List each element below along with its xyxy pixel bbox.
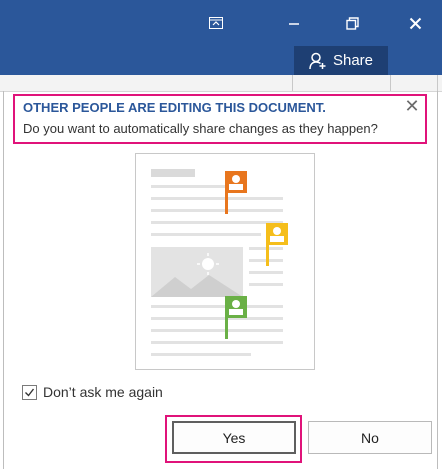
restore-icon [345, 16, 359, 30]
person-add-icon [309, 52, 326, 69]
ribbon-display-options-button[interactable] [196, 8, 236, 38]
close-window-button[interactable] [395, 8, 435, 38]
coauthoring-notification: OTHER PEOPLE ARE EDITING THIS DOCUMENT. … [13, 94, 427, 144]
checkmark-icon [25, 388, 35, 397]
minimize-icon [289, 23, 299, 25]
frame-border-right [437, 91, 438, 469]
ribbon-separator [390, 75, 391, 91]
dont-ask-again-checkbox[interactable] [22, 384, 37, 400]
document-with-coauthors-icon [135, 153, 315, 375]
notification-message: Do you want to automatically share chang… [23, 121, 378, 136]
ribbon-display-icon [209, 17, 223, 29]
close-icon[interactable]: ✕ [403, 96, 421, 116]
dont-ask-again-label: Don’t ask me again [43, 384, 163, 400]
share-button[interactable]: Share [294, 46, 388, 75]
no-button[interactable]: No [308, 421, 432, 454]
dont-ask-again-option[interactable]: Don’t ask me again [22, 384, 163, 400]
minimize-button[interactable] [274, 8, 314, 38]
frame-border-left [3, 91, 4, 469]
title-bar: Share [0, 0, 442, 75]
ribbon-separator [437, 75, 438, 91]
restore-button[interactable] [332, 8, 372, 38]
share-label: Share [332, 52, 374, 69]
notification-title: OTHER PEOPLE ARE EDITING THIS DOCUMENT. [23, 100, 326, 115]
document-illustration [135, 153, 315, 370]
close-icon [409, 17, 421, 29]
yes-button[interactable]: Yes [172, 421, 296, 454]
ribbon-separator [292, 75, 293, 91]
ribbon-strip [0, 75, 442, 92]
